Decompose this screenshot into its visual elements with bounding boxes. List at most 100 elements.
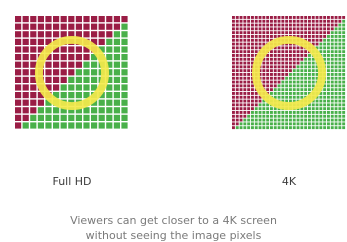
pixel-cell bbox=[243, 19, 247, 23]
pixel-cell bbox=[273, 54, 277, 57]
pixel-cell bbox=[338, 111, 342, 114]
pixel-cell bbox=[281, 65, 285, 69]
pixel-cell bbox=[319, 42, 323, 46]
pixel-cell bbox=[315, 118, 319, 122]
pixel-cell bbox=[270, 76, 273, 80]
pixel-cell bbox=[235, 92, 239, 95]
pixel-cell bbox=[22, 31, 29, 38]
pixel-cell bbox=[308, 69, 311, 73]
pixel-cell bbox=[315, 107, 319, 111]
pixel-cell bbox=[327, 50, 330, 54]
pixel-cell bbox=[254, 111, 258, 114]
pixel-cell bbox=[113, 107, 120, 114]
pixel-cell bbox=[330, 54, 334, 57]
pixel-cell bbox=[330, 99, 334, 103]
pixel-cell bbox=[308, 111, 311, 114]
pixel-cell bbox=[106, 23, 113, 30]
pixel-cell bbox=[22, 61, 29, 68]
pixel-cell bbox=[296, 80, 300, 84]
pixel-cell bbox=[262, 31, 266, 35]
pixel-cell bbox=[296, 19, 300, 23]
pixel-cell bbox=[330, 80, 334, 84]
pixel-cell bbox=[334, 46, 338, 50]
pixel-cell bbox=[300, 54, 304, 57]
pixel-cell bbox=[273, 19, 277, 23]
pixel-cell bbox=[277, 16, 281, 19]
pixel-cell bbox=[37, 107, 44, 114]
pixel-cell bbox=[243, 61, 247, 65]
pixel-cell bbox=[327, 23, 330, 27]
pixel-cell bbox=[285, 61, 289, 65]
pixel-cell bbox=[83, 23, 90, 30]
pixel-cell bbox=[319, 114, 323, 118]
pixel-cell bbox=[300, 118, 304, 122]
pixel-cell bbox=[98, 114, 105, 121]
pixel-cell bbox=[338, 38, 342, 42]
pixel-cell bbox=[342, 80, 346, 84]
pixel-cell bbox=[91, 107, 98, 114]
pixel-cell bbox=[311, 16, 315, 19]
pixel-cell bbox=[342, 88, 346, 92]
pixel-cell bbox=[235, 88, 239, 92]
pixel-cell bbox=[289, 50, 292, 54]
pixel-cell bbox=[53, 76, 60, 83]
pixel-cell bbox=[266, 73, 270, 76]
pixel-cell bbox=[289, 73, 292, 76]
pixel-cell bbox=[323, 103, 327, 107]
pixel-cell bbox=[247, 111, 251, 114]
pixel-cell bbox=[304, 80, 308, 84]
pixel-cell bbox=[289, 122, 292, 126]
pixel-cell bbox=[235, 46, 239, 50]
pixel-cell bbox=[304, 35, 308, 38]
pixel-cell bbox=[247, 107, 251, 111]
pixel-cell bbox=[258, 114, 262, 118]
pixel-cell bbox=[285, 23, 289, 27]
pixel-cell bbox=[315, 42, 319, 46]
pixel-cell bbox=[254, 19, 258, 23]
pixel-cell bbox=[285, 50, 289, 54]
pixel-cell bbox=[98, 99, 105, 106]
pixel-cell bbox=[266, 122, 270, 126]
pixel-cell bbox=[235, 103, 239, 107]
pixel-cell bbox=[251, 84, 254, 88]
pixel-cell bbox=[327, 114, 330, 118]
pixel-cell bbox=[53, 84, 60, 91]
pixel-cell bbox=[266, 126, 270, 130]
pixel-cell bbox=[319, 31, 323, 35]
pixel-cell bbox=[308, 35, 311, 38]
pixel-cell bbox=[338, 69, 342, 73]
pixel-cell bbox=[60, 92, 67, 99]
pixel-cell bbox=[37, 114, 44, 121]
pixel-cell bbox=[338, 65, 342, 69]
pixel-cell bbox=[292, 126, 296, 130]
pixel-cell bbox=[338, 99, 342, 103]
pixel-cell bbox=[292, 114, 296, 118]
pixel-cell bbox=[262, 103, 266, 107]
pixel-cell bbox=[262, 38, 266, 42]
pixel-cell bbox=[258, 19, 262, 23]
pixel-cell bbox=[338, 114, 342, 118]
pixel-cell bbox=[232, 19, 235, 23]
pixel-cell bbox=[251, 23, 254, 27]
pixel-cell bbox=[308, 107, 311, 111]
pixel-cell bbox=[304, 57, 308, 61]
pixel-cell bbox=[235, 122, 239, 126]
pixel-cell bbox=[232, 76, 235, 80]
pixel-cell bbox=[277, 61, 281, 65]
pixel-cell bbox=[281, 57, 285, 61]
pixel-cell bbox=[243, 95, 247, 99]
pixel-cell bbox=[251, 114, 254, 118]
pixel-cell bbox=[15, 76, 22, 83]
pixel-cell bbox=[262, 76, 266, 80]
pixel-cell bbox=[235, 23, 239, 27]
pixel-cell bbox=[330, 19, 334, 23]
pixel-cell bbox=[251, 42, 254, 46]
pixel-cell bbox=[342, 50, 346, 54]
pixel-cell bbox=[53, 23, 60, 30]
pixel-cell bbox=[83, 31, 90, 38]
pixel-cell bbox=[300, 95, 304, 99]
pixel-cell bbox=[98, 122, 105, 129]
pixel-cell bbox=[308, 31, 311, 35]
pixel-cell bbox=[285, 31, 289, 35]
pixel-cell bbox=[330, 122, 334, 126]
